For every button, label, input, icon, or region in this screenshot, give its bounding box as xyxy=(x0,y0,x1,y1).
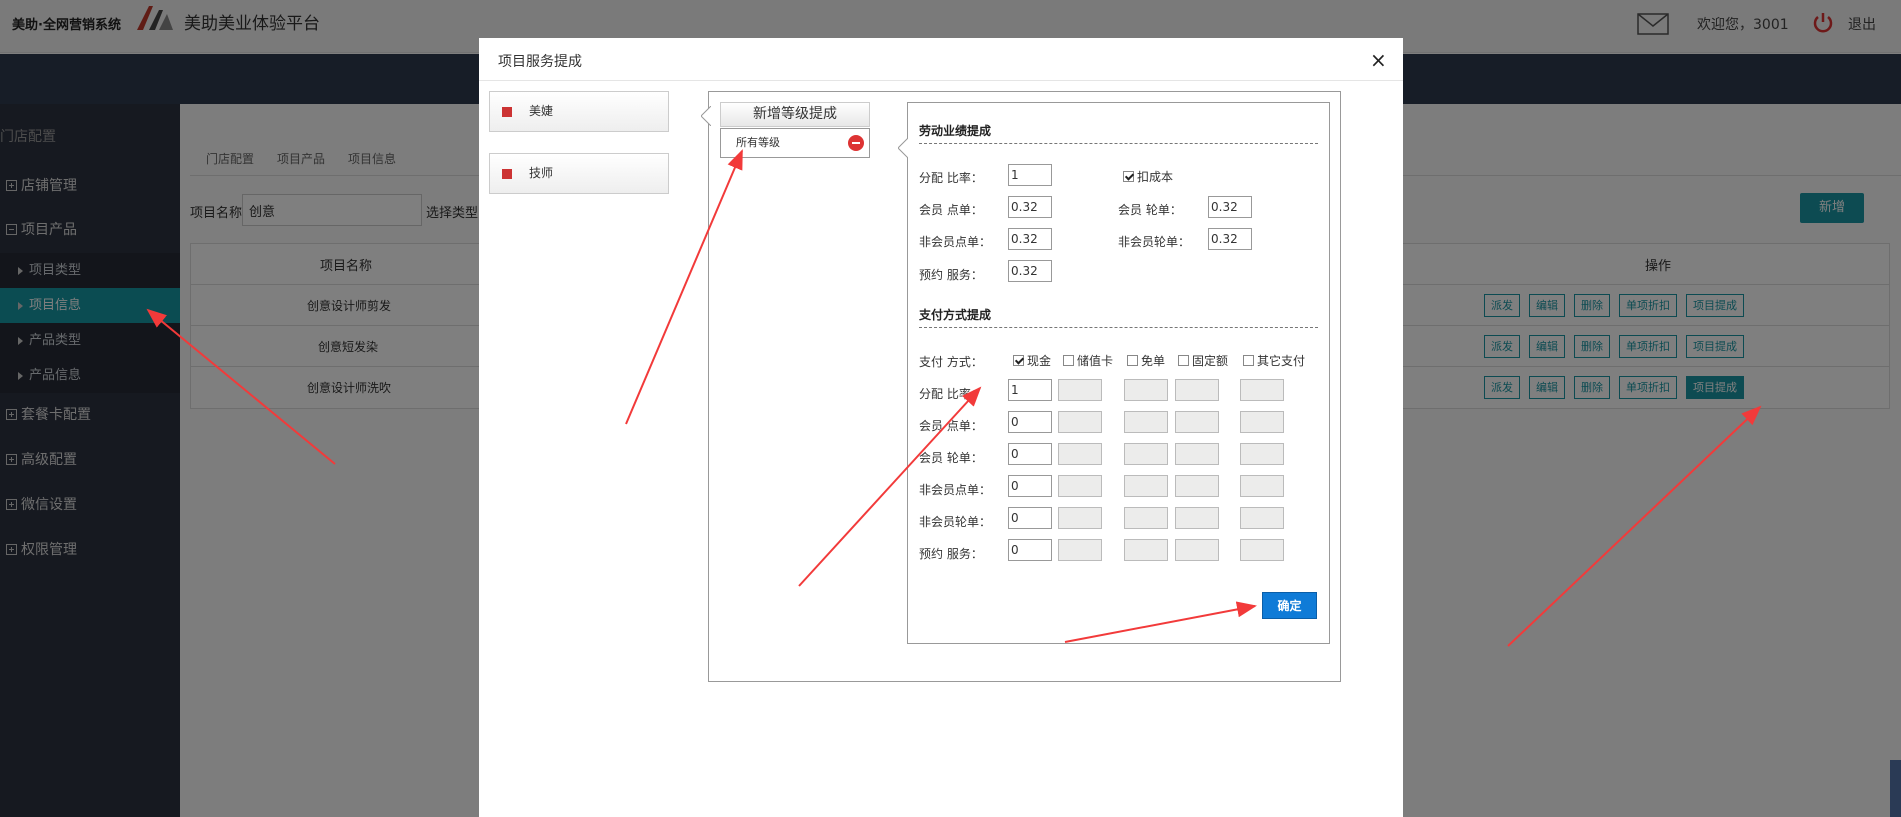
arrow-to-sidebar xyxy=(146,308,336,465)
arrow-to-ratio xyxy=(798,386,982,587)
annotation-arrows xyxy=(146,149,1762,647)
arrow-to-commission xyxy=(1507,405,1762,647)
arrow-to-level xyxy=(625,149,743,425)
arrow-to-confirm xyxy=(1064,601,1257,643)
side-scroll-tab[interactable] xyxy=(1890,760,1901,817)
